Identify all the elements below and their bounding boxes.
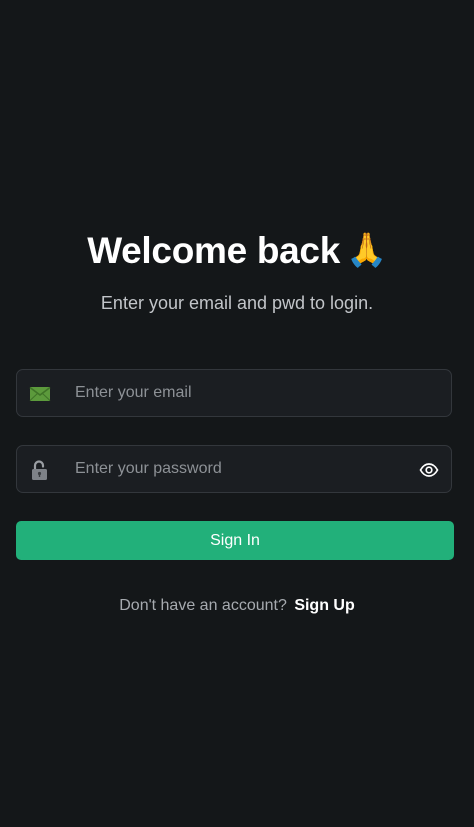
folded-hands-emoji: 🙏 — [345, 231, 387, 268]
sign-up-link[interactable]: Sign Up — [294, 597, 354, 614]
title-text: Welcome back — [87, 230, 340, 271]
login-screen: Welcome back 🙏 Enter your email and pwd t… — [0, 0, 474, 827]
page-title: Welcome back 🙏 — [0, 230, 474, 272]
page-subtitle: Enter your email and pwd to login. — [100, 293, 374, 313]
password-field[interactable]: Enter your password — [16, 445, 452, 493]
signup-prompt-text: Don't have an account? — [119, 597, 287, 614]
eye-icon[interactable] — [419, 460, 439, 480]
envelope-icon — [29, 383, 51, 405]
email-input[interactable]: Enter your email — [75, 384, 192, 402]
lock-icon — [29, 459, 51, 481]
signup-prompt: Don't have an account? Sign Up — [0, 597, 474, 615]
sign-in-button[interactable]: Sign In — [16, 521, 454, 560]
email-field[interactable]: Enter your email — [16, 369, 452, 417]
password-input[interactable]: Enter your password — [75, 460, 222, 478]
